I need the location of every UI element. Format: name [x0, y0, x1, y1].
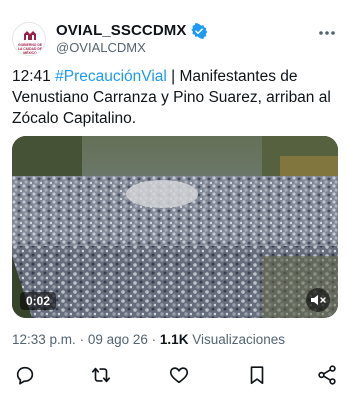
retweet-icon[interactable] — [90, 364, 112, 386]
tweet-text: 12:41 #PrecauciónVial | Manifestantes de… — [12, 66, 342, 129]
mute-icon — [311, 295, 326, 305]
like-icon[interactable] — [168, 364, 190, 386]
video-duration: 0:02 — [20, 292, 57, 310]
video-player[interactable]: 0:02 — [12, 136, 338, 318]
verified-icon — [190, 22, 207, 39]
tweet-time-prefix: 12:41 — [12, 68, 56, 85]
meta-separator: · — [79, 332, 85, 347]
city-logo-icon — [24, 31, 36, 40]
posted-time[interactable]: 12:33 p.m. — [12, 332, 76, 347]
share-icon[interactable] — [316, 364, 338, 386]
views-label: Visualizaciones — [192, 332, 286, 347]
mute-button[interactable] — [306, 288, 330, 312]
action-bar — [0, 360, 350, 390]
posted-date[interactable]: 09 ago 26 — [88, 332, 148, 347]
video-frame — [12, 136, 338, 318]
logo-text: GOBIERNO DE LA CIUDAD DE MÉXICO — [17, 43, 43, 55]
display-name[interactable]: OVIAL_SSCCDMX — [56, 22, 187, 39]
more-icon[interactable] — [318, 30, 336, 36]
views-count: 1.1K — [159, 332, 189, 347]
bookmark-icon[interactable] — [246, 364, 268, 386]
name-row: OVIAL_SSCCDMX — [56, 22, 207, 39]
reply-icon[interactable] — [14, 364, 36, 386]
meta-separator: · — [151, 332, 157, 347]
hashtag-link[interactable]: #PrecauciónVial — [55, 68, 167, 85]
handle[interactable]: @OVIALCDMX — [56, 40, 146, 55]
tweet-header: GOBIERNO DE LA CIUDAD DE MÉXICO OVIAL_SS… — [0, 0, 350, 62]
tweet-meta: 12:33 p.m. · 09 ago 26 · 1.1K Visualizac… — [12, 332, 285, 347]
avatar[interactable]: GOBIERNO DE LA CIUDAD DE MÉXICO — [12, 22, 46, 56]
